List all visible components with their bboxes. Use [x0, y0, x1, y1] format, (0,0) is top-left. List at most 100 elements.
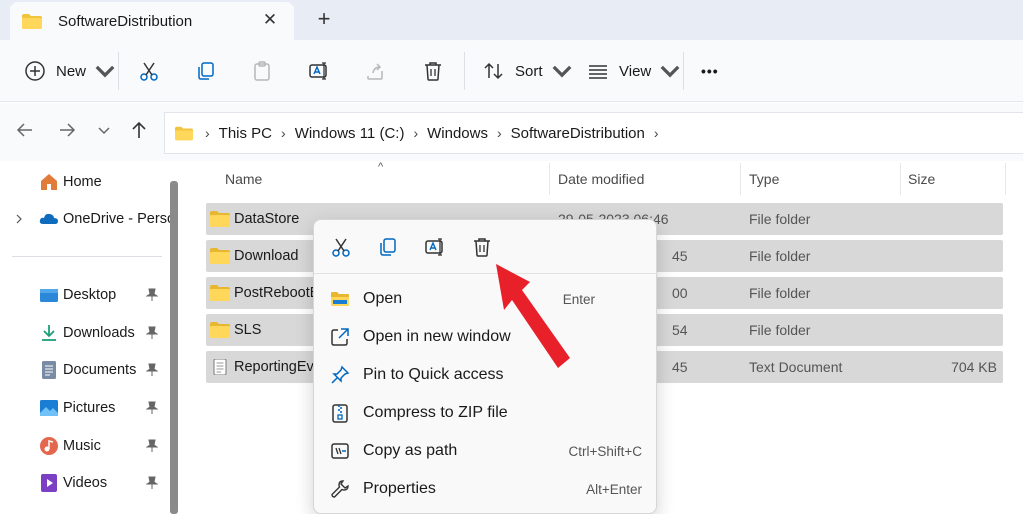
breadcrumb-separator: ›: [205, 125, 210, 141]
forward-button[interactable]: [57, 120, 81, 144]
back-button[interactable]: [15, 120, 39, 144]
context-copy-button[interactable]: [377, 236, 399, 258]
wrench-icon: [331, 480, 349, 498]
share-button[interactable]: [365, 54, 387, 88]
arrow-left-icon: [16, 123, 32, 137]
delete-button[interactable]: [422, 54, 444, 88]
chevron-right-icon[interactable]: [14, 214, 24, 224]
sidebar-item-label: Videos: [63, 475, 108, 491]
pin-icon[interactable]: [146, 288, 158, 302]
sidebar-item-pictures[interactable]: Pictures: [0, 393, 168, 423]
new-tab-button[interactable]: +: [313, 8, 335, 31]
breadcrumb-separator: ›: [281, 125, 286, 141]
annotation-arrow-icon: [496, 264, 570, 368]
column-divider[interactable]: [740, 163, 741, 195]
column-divider[interactable]: [549, 163, 550, 195]
context-cut-button[interactable]: [330, 236, 352, 258]
sidebar-scrollbar[interactable]: [170, 181, 178, 514]
rename-button[interactable]: [308, 54, 330, 88]
menu-item-compress-zip[interactable]: Compress to ZIP file: [314, 394, 658, 432]
copy-icon: [198, 62, 214, 80]
folder-icon: [210, 285, 230, 301]
paste-button[interactable]: [251, 54, 273, 88]
list-view-icon: [589, 65, 607, 79]
file-type: File folder: [749, 285, 811, 301]
text-document-icon: [213, 359, 227, 375]
breadcrumb-this-pc[interactable]: This PC: [219, 125, 272, 142]
up-button[interactable]: [129, 120, 153, 144]
breadcrumb-software-distribution[interactable]: SoftwareDistribution: [511, 125, 645, 142]
cut-button[interactable]: [138, 54, 160, 88]
breadcrumb-windows[interactable]: Windows: [427, 125, 488, 142]
file-name: Download: [234, 248, 299, 264]
file-date: 54: [672, 322, 688, 338]
recent-locations-button[interactable]: [94, 120, 118, 144]
trash-icon: [474, 238, 490, 257]
pin-icon[interactable]: [146, 476, 158, 490]
menu-item-properties[interactable]: Properties Alt+Enter: [314, 470, 658, 508]
chevron-down-icon: [95, 65, 115, 78]
menu-item-shortcut: Alt+Enter: [586, 482, 642, 497]
new-button[interactable]: New: [24, 54, 116, 88]
column-divider[interactable]: [900, 163, 901, 195]
pin-icon[interactable]: [146, 439, 158, 453]
column-header-size[interactable]: Size: [908, 171, 935, 187]
menu-item-label: Open: [363, 290, 403, 307]
zip-file-icon: [332, 404, 348, 423]
more-options-button[interactable]: •••: [701, 54, 719, 88]
sidebar-item-label: OneDrive - Perso: [63, 211, 176, 227]
pin-icon[interactable]: [146, 326, 158, 340]
menu-item-label: Copy as path: [363, 442, 458, 459]
context-delete-button[interactable]: [471, 236, 493, 258]
document-icon: [42, 361, 56, 379]
column-header-type[interactable]: Type: [749, 171, 779, 187]
view-label: View: [619, 62, 652, 80]
pin-icon[interactable]: [146, 401, 158, 415]
close-tab-icon[interactable]: ✕: [260, 10, 280, 30]
chevron-down-icon: [552, 65, 571, 78]
arrow-right-icon: [60, 123, 76, 137]
home-icon: [41, 174, 57, 190]
sort-icon: [484, 62, 503, 80]
download-icon: [42, 325, 56, 341]
command-bar: New Sort View •••: [0, 40, 1023, 102]
sort-button[interactable]: Sort: [483, 54, 573, 88]
chevron-down-icon: [660, 65, 680, 78]
sort-indicator-icon: ^: [378, 161, 384, 173]
sidebar-item-music[interactable]: Music: [0, 431, 168, 461]
column-header-date[interactable]: Date modified: [558, 171, 644, 187]
sidebar-item-downloads[interactable]: Downloads: [0, 318, 168, 348]
menu-item-shortcut: Ctrl+Shift+C: [568, 444, 642, 459]
sidebar-item-desktop[interactable]: Desktop: [0, 280, 168, 310]
address-bar[interactable]: › This PC › Windows 11 (C:) › Windows › …: [164, 112, 1023, 154]
breadcrumb-separator: ›: [496, 125, 502, 141]
sidebar-item-home[interactable]: Home: [0, 167, 168, 197]
cloud-icon: [39, 213, 58, 224]
chevron-down-icon: [98, 127, 110, 135]
folder-icon: [210, 248, 230, 264]
tab-software-distribution[interactable]: SoftwareDistribution ✕: [10, 2, 294, 40]
sidebar-item-documents[interactable]: Documents: [0, 355, 168, 385]
view-button[interactable]: View: [587, 54, 681, 88]
context-rename-button[interactable]: [424, 236, 446, 258]
new-label: New: [56, 62, 87, 80]
folder-icon: [22, 13, 42, 29]
menu-item-copy-path[interactable]: Copy as path Ctrl+Shift+C: [314, 432, 658, 470]
folder-open-icon: [331, 292, 349, 306]
column-header-name[interactable]: Name: [225, 171, 262, 187]
breadcrumb-windows-11-c[interactable]: Windows 11 (C:): [295, 125, 405, 142]
column-divider[interactable]: [1005, 163, 1006, 195]
tab-title: SoftwareDistribution: [58, 12, 193, 30]
pin-icon[interactable]: [146, 363, 158, 377]
sidebar-item-label: Home: [63, 174, 102, 190]
picture-icon: [40, 400, 58, 416]
file-size: 704 KB: [951, 359, 997, 375]
clipboard-icon: [254, 61, 270, 81]
sidebar-item-videos[interactable]: Videos: [0, 468, 168, 498]
file-name: ReportingEve: [234, 359, 322, 375]
toolbar-divider: [464, 52, 465, 90]
toolbar-divider: [118, 52, 119, 90]
copy-button[interactable]: [195, 54, 217, 88]
sidebar-item-onedrive[interactable]: OneDrive - Perso: [0, 204, 175, 234]
folder-icon: [210, 211, 230, 227]
